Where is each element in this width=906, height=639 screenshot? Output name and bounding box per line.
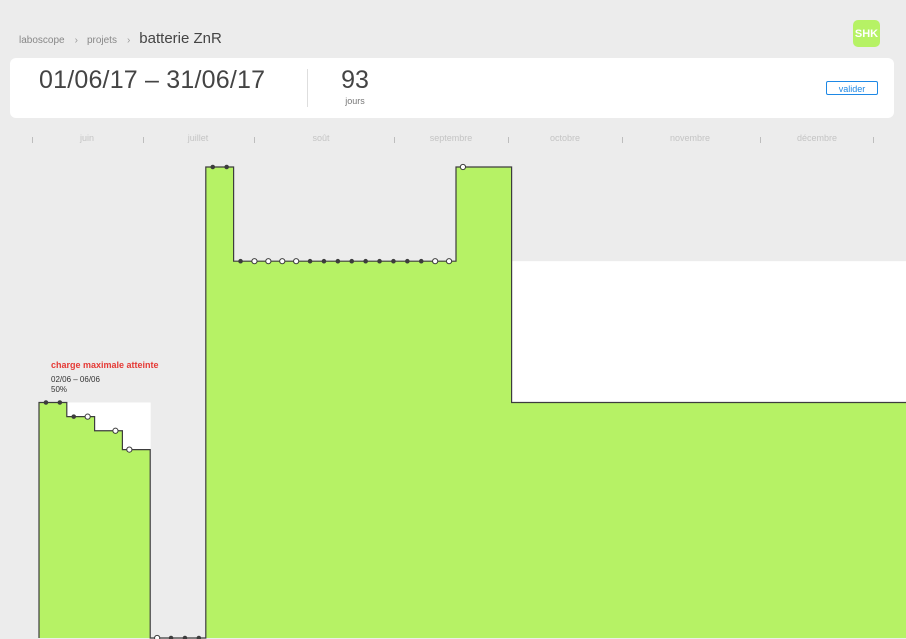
capacity-bar [720,261,735,403]
data-point[interactable] [71,414,77,419]
capacity-bar [803,261,818,403]
data-point[interactable] [57,400,63,405]
capacity-bar [692,261,707,403]
capacity-bar [525,261,540,403]
data-point[interactable] [349,258,355,264]
tooltip-value: 50% [51,385,68,394]
capacity-bar [136,402,151,450]
data-point[interactable] [43,400,49,405]
capacity-bar [108,402,123,431]
data-point[interactable] [363,258,368,264]
capacity-bar [664,261,679,403]
data-point[interactable] [224,164,229,170]
capacity-bar [859,261,874,403]
capacity-bar [553,261,568,403]
capacity-bar [886,261,902,403]
capacity-bar [539,261,554,403]
capacity-bar [567,261,582,403]
capacity-bar [734,261,749,403]
data-point[interactable] [405,258,410,264]
data-point[interactable] [84,413,91,420]
tooltip-title: charge maximale atteinte [51,360,159,370]
capacity-bar [873,261,888,403]
capacity-bar [122,402,137,450]
data-point[interactable] [418,258,424,264]
capacity-bar [511,261,526,403]
capacity-bar [831,261,846,403]
data-point[interactable] [377,258,382,264]
capacity-bar [678,261,693,403]
data-point[interactable] [251,258,258,265]
data-point[interactable] [279,258,286,265]
data-point[interactable] [210,164,216,170]
capacity-bar [608,261,624,403]
capacity-bar [747,261,763,403]
data-point[interactable] [112,427,119,434]
data-point[interactable] [265,258,272,265]
capacity-bar [581,261,596,403]
data-point[interactable] [293,258,300,265]
capacity-bar [817,261,832,403]
capacity-bar [761,261,777,403]
data-point[interactable] [154,634,161,639]
data-point[interactable] [391,258,396,264]
data-point[interactable] [432,258,439,265]
capacity-bar [789,261,804,403]
data-point[interactable] [321,258,327,264]
capacity-bar [900,261,906,403]
data-point[interactable] [307,258,313,264]
capacity-bar [595,261,610,403]
capacity-bar [845,261,860,403]
capacity-bar [650,261,665,403]
data-point[interactable] [126,446,133,453]
capacity-bar [622,261,638,403]
capacity-bar [636,261,652,403]
data-point[interactable] [445,258,453,265]
data-point[interactable] [238,258,243,264]
data-point[interactable] [459,163,467,171]
capacity-bar [706,261,721,403]
tooltip-range: 02/06 – 06/06 [51,375,100,384]
capacity-bar [94,402,109,431]
chart-tooltip: charge maximale atteinte 02/06 – 06/06 5… [51,360,159,394]
capacity-bar [775,261,791,403]
data-point[interactable] [335,258,341,264]
charge-chart [38,163,906,639]
